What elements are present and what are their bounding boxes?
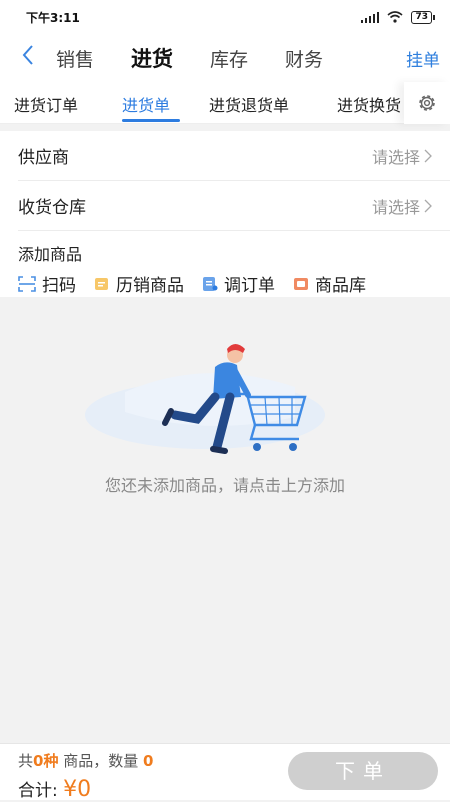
summary-middle: 商品，数量: [63, 752, 139, 770]
tab-sales[interactable]: 销售: [56, 45, 94, 72]
empty-message: 您还未添加商品，请点击上方添加: [104, 476, 345, 495]
subtab-purchase-receipt[interactable]: 进货单: [122, 92, 170, 116]
status-time: 下午3:11: [26, 10, 80, 25]
gear-icon: [419, 95, 435, 111]
purchase-form: 供应商 请选择 收货仓库 请选择 添加商品 扫码 历销商品 调订单 商品库: [0, 131, 450, 297]
warehouse-select[interactable]: 请选择: [372, 194, 432, 218]
signal-icon: [361, 11, 380, 23]
subtab-purchase-order[interactable]: 进货订单: [14, 92, 78, 116]
scan-button[interactable]: 扫码: [18, 271, 76, 296]
active-tab-indicator: [122, 119, 180, 122]
order-summary: 共0种 商品，数量 0: [18, 750, 153, 771]
status-icons: 73: [361, 10, 435, 24]
scan-icon: [18, 275, 36, 292]
goods-library-label: 商品库: [315, 276, 366, 296]
settings-button[interactable]: [404, 82, 450, 124]
wifi-icon: [387, 11, 403, 23]
load-order-button[interactable]: 调订单: [202, 271, 275, 296]
load-order-label: 调订单: [224, 276, 275, 296]
submit-order-button[interactable]: 下单: [288, 752, 438, 790]
goods-library-icon: [294, 277, 308, 290]
supplier-select[interactable]: 请选择: [372, 144, 432, 168]
load-order-icon: [203, 276, 218, 291]
add-goods-section: 添加商品 扫码 历销商品 调订单 商品库: [0, 231, 450, 297]
tab-purchase[interactable]: 进货: [131, 43, 173, 73]
back-button[interactable]: [0, 34, 56, 82]
scan-label: 扫码: [42, 276, 76, 296]
status-bar: 下午3:11 73: [0, 0, 450, 34]
hold-order-button[interactable]: 挂单: [406, 46, 440, 71]
summary-qty: 0: [143, 752, 154, 770]
supplier-value: 请选择: [371, 147, 420, 167]
empty-state: 您还未添加商品，请点击上方添加: [0, 297, 450, 743]
add-goods-title: 添加商品: [18, 245, 83, 264]
history-goods-icon: [95, 277, 108, 290]
supplier-row[interactable]: 供应商 请选择: [18, 131, 450, 181]
sub-tabs: 进货订单 进货单 进货退货单 进货换货: [0, 82, 450, 124]
history-goods-button[interactable]: 历销商品: [94, 271, 184, 296]
total-amount: ¥0: [63, 777, 92, 802]
warehouse-label: 收货仓库: [18, 198, 86, 218]
chevron-left-icon: [22, 45, 33, 65]
battery-icon: 73: [411, 10, 435, 24]
bottom-bar: 共0种 商品，数量 0 合计: ¥0 下单: [0, 743, 450, 802]
history-goods-label: 历销商品: [116, 276, 184, 296]
tab-finance[interactable]: 财务: [285, 45, 323, 72]
order-total: 合计: ¥0: [18, 776, 91, 802]
warehouse-row[interactable]: 收货仓库 请选择: [18, 181, 450, 231]
subtab-purchase-exchange[interactable]: 进货换货: [337, 92, 401, 116]
add-goods-options: 扫码 历销商品 调订单 商品库: [18, 271, 450, 296]
goods-library-button[interactable]: 商品库: [293, 271, 366, 296]
top-nav: 销售 进货 库存 财务 挂单: [0, 34, 450, 82]
chevron-right-icon: [424, 149, 432, 162]
subtab-purchase-return[interactable]: 进货退货单: [209, 92, 289, 116]
summary-prefix: 共: [18, 752, 34, 770]
chevron-right-icon: [424, 199, 432, 212]
tab-inventory[interactable]: 库存: [210, 45, 248, 72]
warehouse-value: 请选择: [371, 197, 420, 217]
supplier-label: 供应商: [18, 148, 69, 168]
empty-cart-illustration: [85, 344, 325, 454]
summary-kinds: 0种: [33, 752, 59, 770]
total-label: 合计:: [18, 781, 58, 801]
